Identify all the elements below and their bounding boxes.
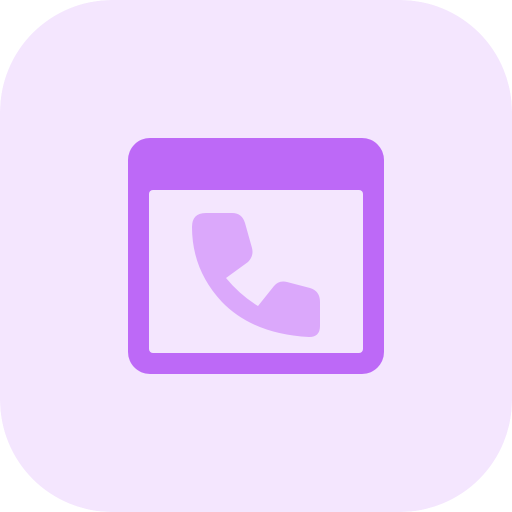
browser-window-phone-icon <box>0 0 512 512</box>
app-icon-tile <box>0 0 512 512</box>
window-content-area <box>149 190 363 353</box>
browser-window-icon <box>128 138 384 374</box>
